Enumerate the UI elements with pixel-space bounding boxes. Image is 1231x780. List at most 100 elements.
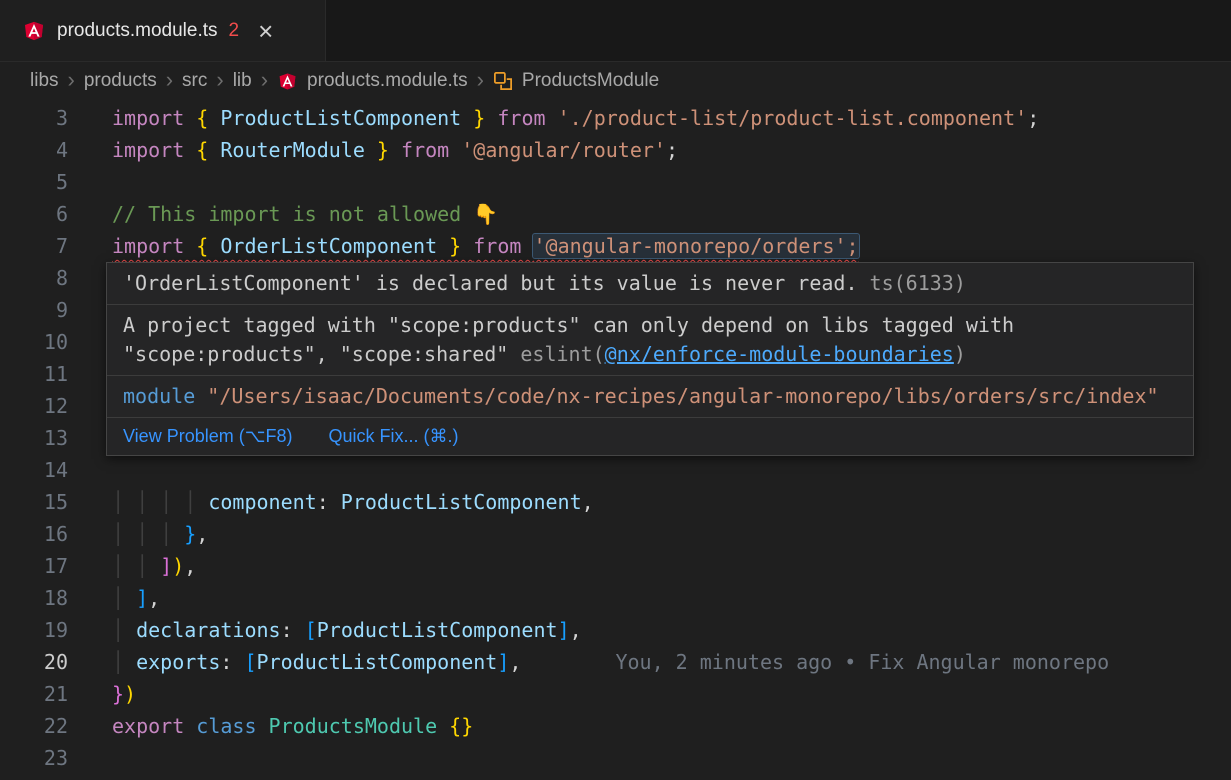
line-number[interactable]: 9 (0, 294, 68, 326)
symbol-class-icon (493, 71, 513, 91)
code-line[interactable]: 14 (0, 454, 1231, 486)
code-line[interactable]: 19│ declarations: [ProductListComponent]… (0, 614, 1231, 646)
code-line[interactable]: 3import { ProductListComponent } from '.… (0, 102, 1231, 134)
code-token: ; (1027, 106, 1039, 130)
code-token: import (112, 138, 196, 162)
code-text: │ ], (68, 582, 160, 614)
eslint-rule-link[interactable]: @nx/enforce-module-boundaries (605, 342, 954, 366)
editor[interactable]: 3import { ProductListComponent } from '.… (0, 100, 1231, 780)
code-text: // This import is not allowed 👇 (68, 198, 498, 230)
indent-guide: │ (112, 650, 136, 674)
breadcrumb-item-libs[interactable]: libs (30, 70, 59, 92)
code-token: ] (497, 650, 509, 674)
code-text: export class ProductsModule {} (68, 710, 473, 742)
code-line[interactable]: 20│ exports: [ProductListComponent],You,… (0, 646, 1231, 678)
code-token: , (184, 554, 196, 578)
code-line[interactable]: 7import { OrderListComponent } from '@an… (0, 230, 1231, 262)
code-token (389, 138, 401, 162)
code-token: { (196, 234, 220, 258)
line-number[interactable]: 5 (0, 166, 68, 198)
close-icon[interactable]: × (258, 18, 273, 44)
line-number[interactable]: 22 (0, 710, 68, 742)
line-number[interactable]: 3 (0, 102, 68, 134)
line-number[interactable]: 18 (0, 582, 68, 614)
code-token: ) (124, 682, 136, 706)
code-line[interactable]: 4import { RouterModule } from '@angular/… (0, 134, 1231, 166)
breadcrumb-item-lib[interactable]: lib (233, 70, 252, 92)
breadcrumb-item-products[interactable]: products (84, 70, 157, 92)
quick-fix-button[interactable]: Quick Fix... (⌘.) (328, 422, 458, 451)
line-number[interactable]: 16 (0, 518, 68, 550)
code-line[interactable]: 16│ │ │ }, (0, 518, 1231, 550)
code-token: from (497, 106, 557, 130)
chevron-right-icon: › (261, 69, 268, 91)
tab-products-module[interactable]: products.module.ts 2 × (0, 0, 326, 61)
code-token: } (365, 138, 389, 162)
code-line[interactable]: 6// This import is not allowed 👇 (0, 198, 1231, 230)
breadcrumb-item-src[interactable]: src (182, 70, 207, 92)
line-number[interactable]: 6 (0, 198, 68, 230)
code-token: from (401, 138, 461, 162)
code-token: } (184, 522, 196, 546)
hover-text: 'OrderListComponent' is declared but its… (123, 271, 858, 295)
line-number[interactable]: 19 (0, 614, 68, 646)
line-number[interactable]: 8 (0, 262, 68, 294)
code-line[interactable]: 15│ │ │ │ component: ProductListComponen… (0, 486, 1231, 518)
code-line[interactable]: 17│ │ ]), (0, 550, 1231, 582)
code-line[interactable]: 21}) (0, 678, 1231, 710)
code-token: ProductListComponent (317, 618, 558, 642)
hover-message: A project tagged with "scope:products" c… (107, 305, 1193, 376)
code-token: , (509, 650, 521, 674)
indent-guide: │ (112, 586, 136, 610)
line-number[interactable]: 15 (0, 486, 68, 518)
code-text: import { OrderListComponent } from '@ang… (68, 230, 859, 262)
code-token: OrderListComponent (220, 234, 437, 258)
view-problem-button[interactable]: View Problem (⌥F8) (123, 422, 292, 451)
code-token: [ (305, 618, 317, 642)
breadcrumb-item-symbol[interactable]: ProductsModule (522, 70, 659, 92)
hover-text: ts(6133) (858, 271, 966, 295)
hover-text: module (123, 384, 207, 408)
line-number[interactable]: 17 (0, 550, 68, 582)
code-token: } (461, 106, 485, 130)
code-token: ProductListComponent (257, 650, 498, 674)
line-number[interactable]: 10 (0, 326, 68, 358)
breadcrumb-item-file[interactable]: products.module.ts (307, 70, 468, 92)
code-token: export (112, 714, 196, 738)
line-number[interactable]: 4 (0, 134, 68, 166)
line-number[interactable]: 11 (0, 358, 68, 390)
line-number[interactable]: 7 (0, 230, 68, 262)
code-line[interactable]: 23 (0, 742, 1231, 774)
chevron-right-icon: › (216, 69, 223, 91)
code-text: import { RouterModule } from '@angular/r… (68, 134, 678, 166)
tab-title: products.module.ts (57, 20, 218, 42)
hover-message: 'OrderListComponent' is declared but its… (107, 263, 1193, 305)
angular-icon (277, 71, 298, 92)
code-token: , (196, 522, 208, 546)
code-token: '@angular/router' (461, 138, 666, 162)
breadcrumb: libs › products › src › lib › products.m… (0, 62, 1231, 100)
code-token: import (112, 234, 196, 258)
line-number[interactable]: 21 (0, 678, 68, 710)
code-line[interactable]: 18│ ], (0, 582, 1231, 614)
code-token: : (220, 650, 244, 674)
line-number[interactable]: 12 (0, 390, 68, 422)
code-token: component (208, 490, 316, 514)
line-number[interactable]: 14 (0, 454, 68, 486)
line-number[interactable]: 23 (0, 742, 68, 774)
code-token: 👇 (473, 202, 498, 226)
hover-text: "/Users/isaac/Documents/code/nx-recipes/… (207, 384, 1158, 408)
code-token: RouterModule (220, 138, 365, 162)
chevron-right-icon: › (68, 69, 75, 91)
code-token: , (148, 586, 160, 610)
line-number[interactable]: 20 (0, 646, 68, 678)
code-token (485, 106, 497, 130)
code-line[interactable]: 5 (0, 166, 1231, 198)
code-text: import { ProductListComponent } from './… (68, 102, 1039, 134)
code-text: │ │ │ }, (68, 518, 208, 550)
line-number[interactable]: 13 (0, 422, 68, 454)
code-line[interactable]: 22export class ProductsModule {} (0, 710, 1231, 742)
hover-message: module "/Users/isaac/Documents/code/nx-r… (107, 376, 1193, 418)
tab-problems-badge: 2 (229, 20, 240, 42)
chevron-right-icon: › (477, 69, 484, 91)
